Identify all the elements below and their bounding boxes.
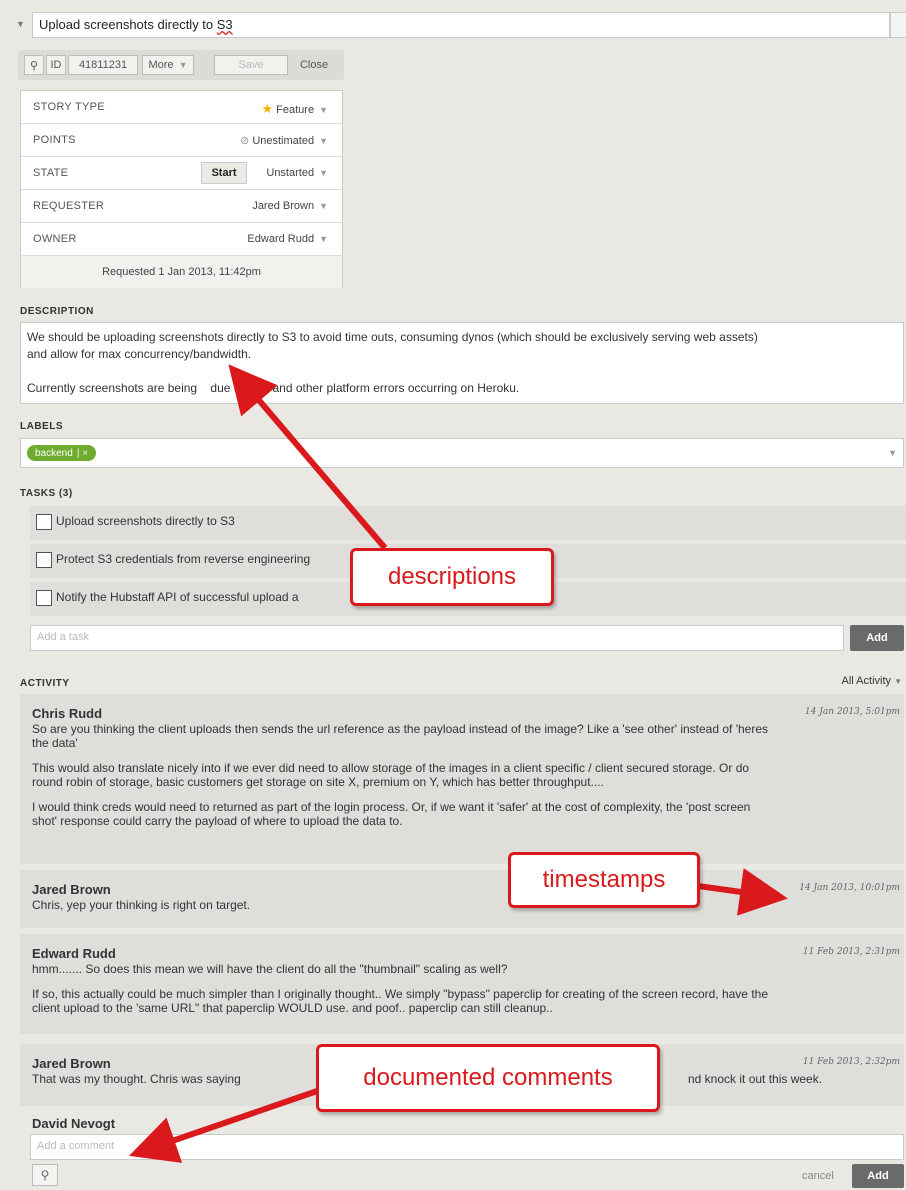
documented-comments-callout: documented comments bbox=[316, 1044, 660, 1112]
timestamps-callout: timestamps bbox=[508, 852, 700, 908]
comments-arrow bbox=[128, 1087, 321, 1163]
timestamps-arrow bbox=[697, 868, 788, 916]
descriptions-callout: descriptions bbox=[350, 548, 554, 606]
descriptions-arrow bbox=[228, 364, 388, 550]
